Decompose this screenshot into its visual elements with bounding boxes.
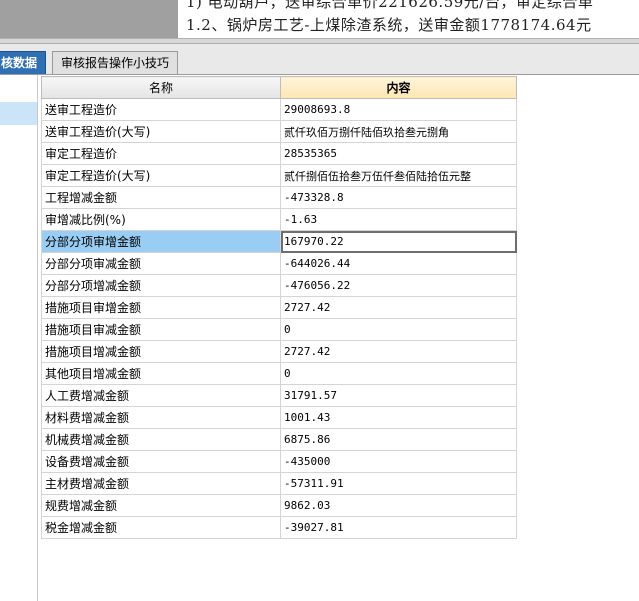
table-row[interactable]: 工程增减金额 -473328.8 xyxy=(41,186,517,209)
table-row[interactable]: 分部分项审增金额 167970.22 xyxy=(41,230,517,253)
row-name-cell[interactable]: 设备费增减金额 xyxy=(41,450,281,473)
row-value-cell[interactable]: 2727.42 xyxy=(280,296,517,319)
table-row[interactable]: 机械费增减金额 6875.86 xyxy=(41,428,517,451)
table-row[interactable]: 措施项目审减金额 0 xyxy=(41,318,517,341)
left-panel xyxy=(0,75,38,601)
table-row[interactable]: 措施项目审增金额 2727.42 xyxy=(41,296,517,319)
row-name-cell[interactable]: 审增减比例(%) xyxy=(41,208,281,231)
row-name-cell[interactable]: 送审工程造价(大写) xyxy=(41,120,281,143)
row-value-cell[interactable]: -39027.81 xyxy=(280,516,517,539)
row-value-cell[interactable]: -1.63 xyxy=(280,208,517,231)
row-value-cell[interactable]: -473328.8 xyxy=(280,186,517,209)
row-name-cell[interactable]: 工程增减金额 xyxy=(41,186,281,209)
grid-body: 送审工程造价 29008693.8 送审工程造价(大写) 贰仟玖佰万捌仟陆佰玖拾叁元捌… xyxy=(41,98,517,539)
table-row[interactable]: 人工费增减金额 31791.57 xyxy=(41,384,517,407)
row-value-cell[interactable]: 0 xyxy=(280,362,517,385)
table-row[interactable]: 材料费增减金额 1001.43 xyxy=(41,406,517,429)
table-row[interactable]: 审定工程造价(大写) 贰仟捌佰伍拾叁万伍仟叁佰陆拾伍元整 xyxy=(41,164,517,187)
audit-data-grid: 名称 内容 送审工程造价 29008693.8 送审工程造价(大写) 贰仟玖佰万捌仟陆… xyxy=(41,76,517,539)
left-panel-selected-item[interactable] xyxy=(0,102,37,125)
table-row[interactable]: 送审工程造价 29008693.8 xyxy=(41,98,517,121)
row-value-cell[interactable]: 贰仟玖佰万捌仟陆佰玖拾叁元捌角 xyxy=(280,120,517,143)
tab-audit-data[interactable]: 核数据 xyxy=(0,51,46,74)
tab-audit-report-tips[interactable]: 审核报告操作小技巧 xyxy=(52,51,179,74)
row-name-cell[interactable]: 措施项目审增金额 xyxy=(41,296,281,319)
row-name-cell[interactable]: 主材费增减金额 xyxy=(41,472,281,495)
row-value-cell[interactable]: 167970.22 xyxy=(280,230,517,253)
row-name-cell[interactable]: 分部分项审减金额 xyxy=(41,252,281,275)
row-value-cell[interactable]: 贰仟捌佰伍拾叁万伍仟叁佰陆拾伍元整 xyxy=(280,164,517,187)
document-line-1: 1) 电动葫芦，送审综合单价221626.59元/台，审定综合单 xyxy=(186,0,594,11)
row-name-cell[interactable]: 机械费增减金额 xyxy=(41,428,281,451)
row-name-cell[interactable]: 送审工程造价 xyxy=(41,98,281,121)
row-name-cell[interactable]: 审定工程造价(大写) xyxy=(41,164,281,187)
table-row[interactable]: 设备费增减金额 -435000 xyxy=(41,450,517,473)
row-name-cell[interactable]: 其他项目增减金额 xyxy=(41,362,281,385)
document-preview: 1) 电动葫芦，送审综合单价221626.59元/台，审定综合单 1.2、锅炉房… xyxy=(0,0,639,38)
row-value-cell[interactable]: -57311.91 xyxy=(280,472,517,495)
table-row[interactable]: 主材费增减金额 -57311.91 xyxy=(41,472,517,495)
row-value-cell[interactable]: 29008693.8 xyxy=(280,98,517,121)
document-margin xyxy=(0,0,178,38)
row-name-cell[interactable]: 规费增减金额 xyxy=(41,494,281,517)
row-name-cell[interactable]: 措施项目审减金额 xyxy=(41,318,281,341)
row-name-cell[interactable]: 审定工程造价 xyxy=(41,142,281,165)
table-row[interactable]: 税金增减金额 -39027.81 xyxy=(41,516,517,539)
row-value-cell[interactable]: -476056.22 xyxy=(280,274,517,297)
document-line-2: 1.2、锅炉房工艺-上煤除渣系统，送审金额1778174.64元 xyxy=(186,16,592,34)
table-row[interactable]: 分部分项增减金额 -476056.22 xyxy=(41,274,517,297)
grid-header-row: 名称 内容 xyxy=(41,76,517,99)
row-value-cell[interactable]: 6875.86 xyxy=(280,428,517,451)
row-name-cell[interactable]: 人工费增减金额 xyxy=(41,384,281,407)
row-value-cell[interactable]: 28535365 xyxy=(280,142,517,165)
row-name-cell[interactable]: 材料费增减金额 xyxy=(41,406,281,429)
table-row[interactable]: 规费增减金额 9862.03 xyxy=(41,494,517,517)
row-value-cell[interactable]: 31791.57 xyxy=(280,384,517,407)
row-name-cell[interactable]: 分部分项增减金额 xyxy=(41,274,281,297)
row-name-cell[interactable]: 税金增减金额 xyxy=(41,516,281,539)
table-row[interactable]: 送审工程造价(大写) 贰仟玖佰万捌仟陆佰玖拾叁元捌角 xyxy=(41,120,517,143)
tab-strip: 核数据 审核报告操作小技巧 xyxy=(0,44,639,75)
table-row[interactable]: 审增减比例(%) -1.63 xyxy=(41,208,517,231)
row-value-cell[interactable]: -435000 xyxy=(280,450,517,473)
column-header-name[interactable]: 名称 xyxy=(41,76,281,99)
table-row[interactable]: 其他项目增减金额 0 xyxy=(41,362,517,385)
row-value-cell[interactable]: 2727.42 xyxy=(280,340,517,363)
row-value-cell[interactable]: 1001.43 xyxy=(280,406,517,429)
column-header-content[interactable]: 内容 xyxy=(280,76,517,99)
table-row[interactable]: 措施项目增减金额 2727.42 xyxy=(41,340,517,363)
row-value-cell[interactable]: 9862.03 xyxy=(280,494,517,517)
row-value-cell[interactable]: -644026.44 xyxy=(280,252,517,275)
table-row[interactable]: 审定工程造价 28535365 xyxy=(41,142,517,165)
table-row[interactable]: 分部分项审减金额 -644026.44 xyxy=(41,252,517,275)
row-value-cell[interactable]: 0 xyxy=(280,318,517,341)
row-name-cell[interactable]: 分部分项审增金额 xyxy=(41,230,281,253)
row-name-cell[interactable]: 措施项目增减金额 xyxy=(41,340,281,363)
